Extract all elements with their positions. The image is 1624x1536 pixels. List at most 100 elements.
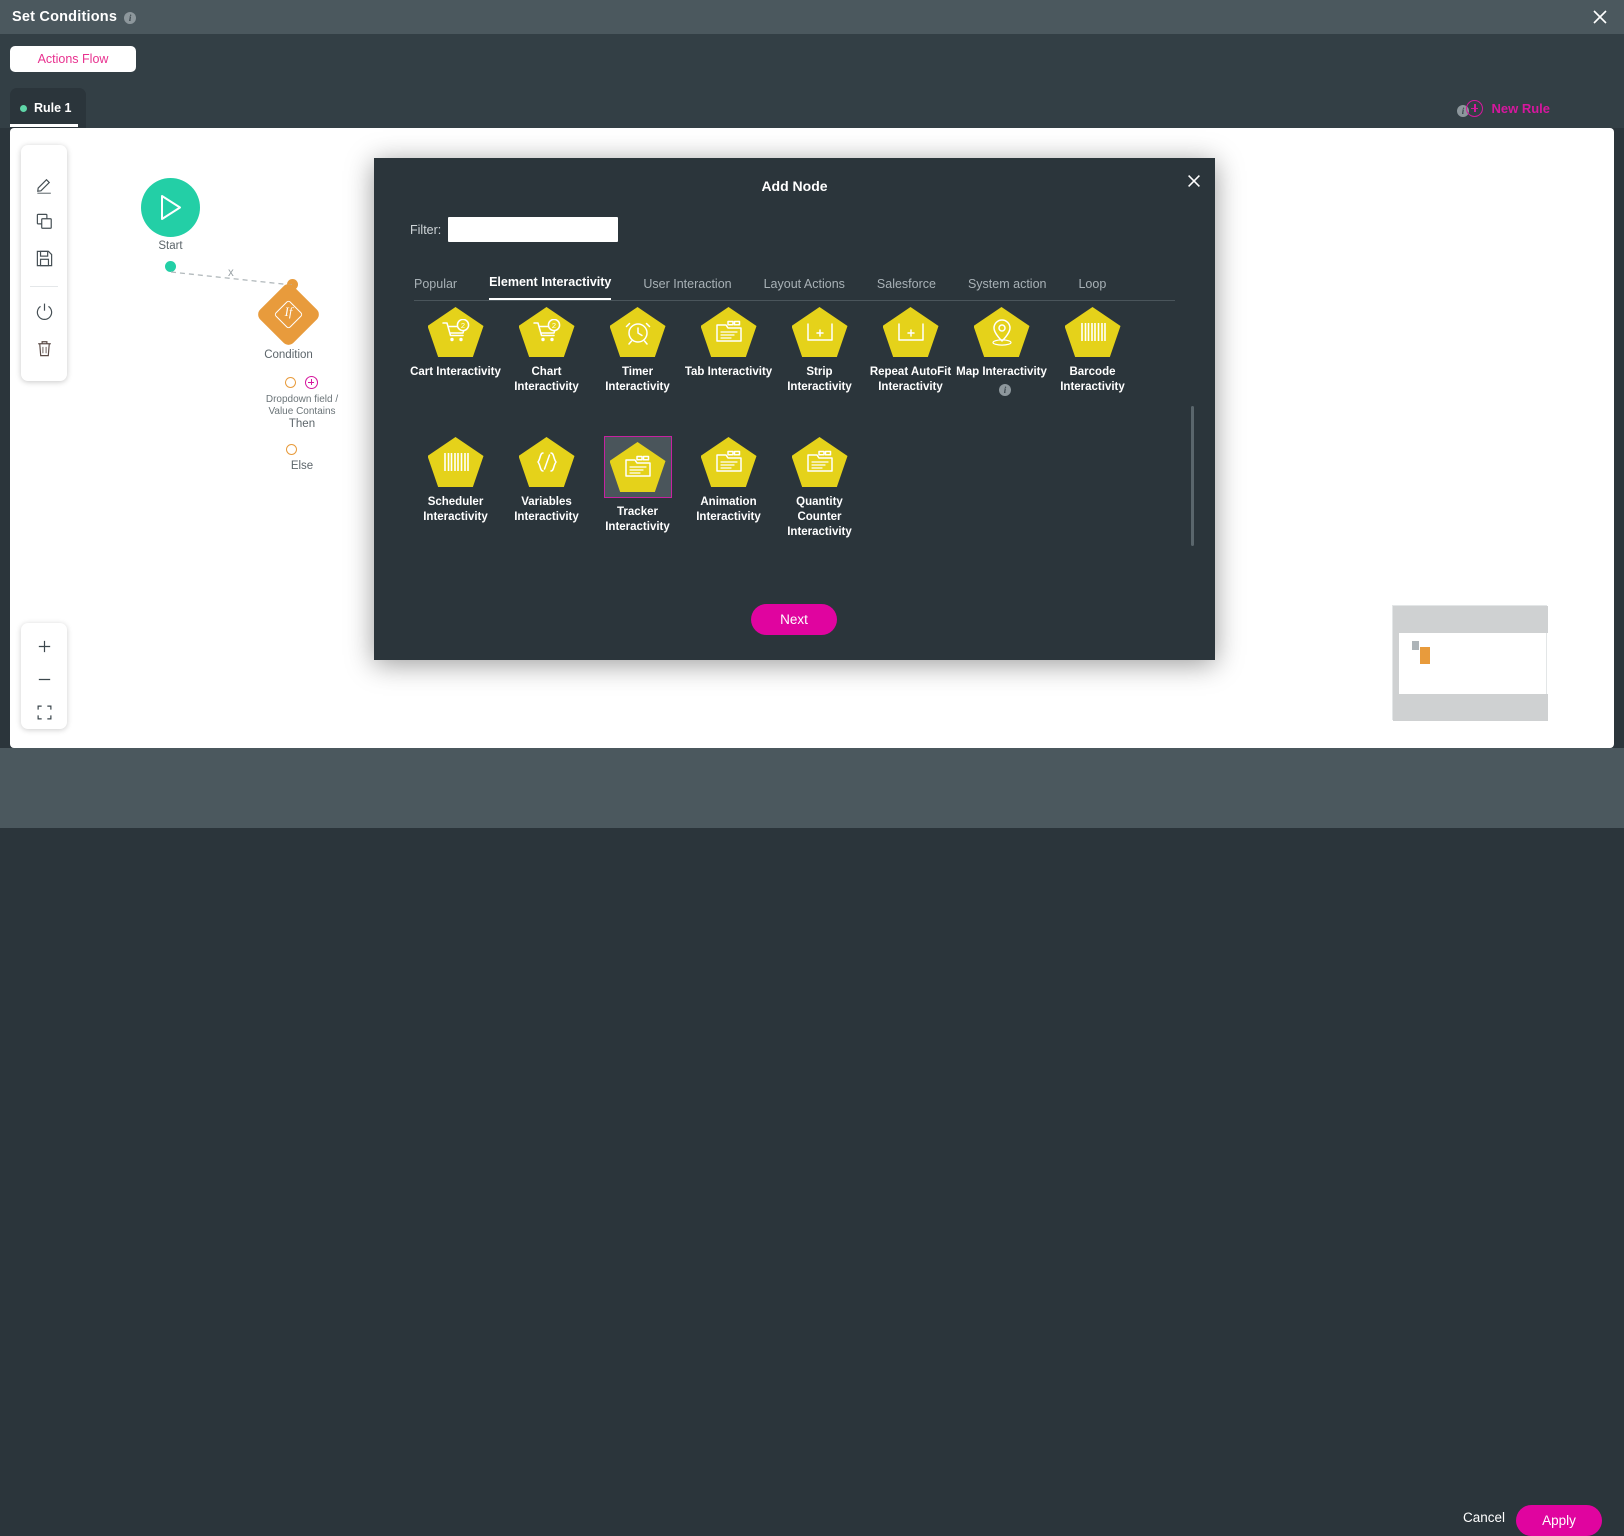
- dialog-footer-bar: Cancel Apply: [0, 748, 1624, 1536]
- minimap-node-condition: [1420, 647, 1430, 664]
- node-type-quantity-counter-interactivity[interactable]: Quantity Counter Interactivity: [774, 436, 865, 540]
- node-type-variables-interactivity[interactable]: Variables Interactivity: [501, 436, 592, 525]
- minimap-band-top: [1393, 606, 1548, 633]
- tab-window-icon: [700, 437, 757, 487]
- add-node-plus-button[interactable]: [305, 376, 318, 389]
- canvas-minimap[interactable]: [1392, 605, 1548, 721]
- node-type-grid: 2 Cart Interactivity 2 Chart Interactivity…: [410, 306, 1180, 586]
- rule-tab-active-indicator: [10, 124, 78, 127]
- node-type-label: Cart Interactivity: [410, 366, 501, 378]
- dialog-tab-layout-actions[interactable]: Layout Actions: [764, 277, 845, 300]
- tab-rule-1[interactable]: Rule 1: [10, 88, 86, 128]
- cart-icon: 2: [518, 307, 575, 357]
- svg-text:2: 2: [551, 321, 555, 330]
- cancel-button[interactable]: Cancel: [1463, 1510, 1505, 1525]
- node-type-timer-interactivity[interactable]: Timer Interactivity: [592, 306, 683, 395]
- node-type-animation-interactivity[interactable]: Animation Interactivity: [683, 436, 774, 525]
- dialog-tab-popular[interactable]: Popular: [414, 277, 457, 300]
- dialog-tab-system-action[interactable]: System action: [968, 277, 1047, 300]
- dialog-tab-element-interactivity[interactable]: Element Interactivity: [489, 275, 612, 300]
- node-type-icon-frame: [791, 306, 849, 358]
- flow-node-condition-label: Condition: [264, 349, 313, 361]
- rule-tab-bar: Rule 1 i New Rule: [0, 88, 1624, 128]
- dialog-tab-list: Popular Element Interactivity User Interac…: [414, 266, 1175, 301]
- add-node-dialog: Add Node Filter: Popular Element Interact…: [374, 158, 1215, 660]
- dialog-tab-salesforce[interactable]: Salesforce: [877, 277, 936, 300]
- rule-tab-label: Rule 1: [34, 101, 72, 115]
- canvas-tool-palette: [21, 145, 67, 381]
- actions-flow-bar: Actions Flow: [0, 34, 1624, 88]
- minimap-node-start: [1412, 641, 1419, 650]
- power-tool-button[interactable]: [27, 293, 61, 330]
- save-tool-button[interactable]: [27, 240, 61, 277]
- node-type-label: Timer Interactivity: [605, 366, 670, 393]
- node-type-label: Scheduler Interactivity: [423, 496, 488, 523]
- node-type-label: Map Interactivity: [956, 366, 1047, 378]
- dialog-title: Add Node: [761, 178, 828, 194]
- start-output-port[interactable]: [165, 261, 176, 272]
- node-type-icon-frame: [791, 436, 849, 488]
- window-close-button[interactable]: [1590, 7, 1610, 27]
- actions-flow-button[interactable]: Actions Flow: [10, 46, 136, 72]
- node-type-label: Strip Interactivity: [787, 366, 852, 393]
- title-info-icon[interactable]: i: [124, 12, 137, 24]
- map-pin-icon: [973, 307, 1030, 357]
- node-type-map-interactivity[interactable]: Map Interactivity i: [956, 306, 1047, 396]
- zoom-out-button[interactable]: [26, 663, 62, 696]
- copy-tool-button[interactable]: [27, 203, 61, 240]
- flow-node-start[interactable]: [141, 178, 200, 237]
- node-type-strip-interactivity[interactable]: Strip Interactivity: [774, 306, 865, 395]
- plus-circle-icon: [1466, 100, 1484, 117]
- node-type-icon-frame: [518, 436, 576, 488]
- dialog-tab-loop[interactable]: Loop: [1078, 277, 1106, 300]
- node-type-label: Quantity Counter Interactivity: [787, 496, 852, 538]
- tab-window-icon: [791, 437, 848, 487]
- dialog-tab-user-interaction[interactable]: User Interaction: [643, 277, 731, 300]
- page-title: Set Conditions: [12, 9, 118, 25]
- svg-text:2: 2: [460, 321, 464, 330]
- filter-row: Filter:: [410, 217, 619, 242]
- apply-button[interactable]: Apply: [1516, 1505, 1602, 1536]
- node-type-tracker-interactivity[interactable]: Tracker Interactivity: [592, 436, 683, 535]
- node-type-repeat-autofit-interactivity[interactable]: Repeat AutoFit Interactivity: [865, 306, 956, 395]
- node-type-icon-frame: 2: [427, 306, 485, 358]
- edit-tool-button[interactable]: [27, 166, 61, 203]
- tab-window-icon: [700, 307, 757, 357]
- node-type-tab-interactivity[interactable]: Tab Interactivity: [683, 306, 774, 380]
- node-type-label: Animation Interactivity: [696, 496, 761, 523]
- node-type-info-icon[interactable]: i: [999, 384, 1011, 396]
- node-type-label: Variables Interactivity: [514, 496, 579, 523]
- else-branch-port[interactable]: [286, 444, 297, 455]
- node-type-icon-frame: [700, 436, 758, 488]
- node-type-icon-frame: [973, 306, 1031, 358]
- else-label: Else: [290, 460, 314, 472]
- node-type-icon-frame: [427, 436, 485, 488]
- node-grid-scrollbar[interactable]: [1191, 406, 1194, 546]
- window-title-bar: Set Conditions i: [0, 0, 1624, 34]
- node-type-cart-interactivity[interactable]: 2 Cart Interactivity: [410, 306, 501, 380]
- flow-edge-start-to-condition: [170, 271, 293, 286]
- fit-to-screen-button[interactable]: [26, 696, 62, 729]
- node-type-icon-frame: [603, 436, 672, 498]
- play-icon: [161, 195, 181, 220]
- code-braces-icon: [518, 437, 575, 487]
- new-rule-button[interactable]: New Rule: [1466, 100, 1550, 117]
- then-branch-port[interactable]: [285, 377, 296, 388]
- alarm-clock-icon: [609, 307, 666, 357]
- condition-if-glyph: If: [284, 305, 293, 319]
- node-type-chart-interactivity[interactable]: 2 Chart Interactivity: [501, 306, 592, 395]
- minimap-band-bottom: [1393, 694, 1548, 721]
- filter-input[interactable]: [448, 217, 619, 242]
- next-button[interactable]: Next: [751, 604, 837, 635]
- then-label: Then: [288, 418, 316, 430]
- node-type-label: Tab Interactivity: [684, 366, 773, 378]
- delete-tool-button[interactable]: [27, 330, 61, 367]
- strip-plus-icon: [791, 307, 848, 357]
- node-type-icon-frame: [882, 306, 940, 358]
- flow-node-start-label: Start: [158, 240, 183, 252]
- node-type-label: Tracker Interactivity: [605, 506, 670, 533]
- tool-divider: [30, 286, 58, 287]
- node-type-barcode-interactivity[interactable]: Barcode Interactivity: [1047, 306, 1138, 395]
- zoom-in-button[interactable]: [26, 630, 62, 663]
- node-type-scheduler-interactivity[interactable]: Scheduler Interactivity: [410, 436, 501, 525]
